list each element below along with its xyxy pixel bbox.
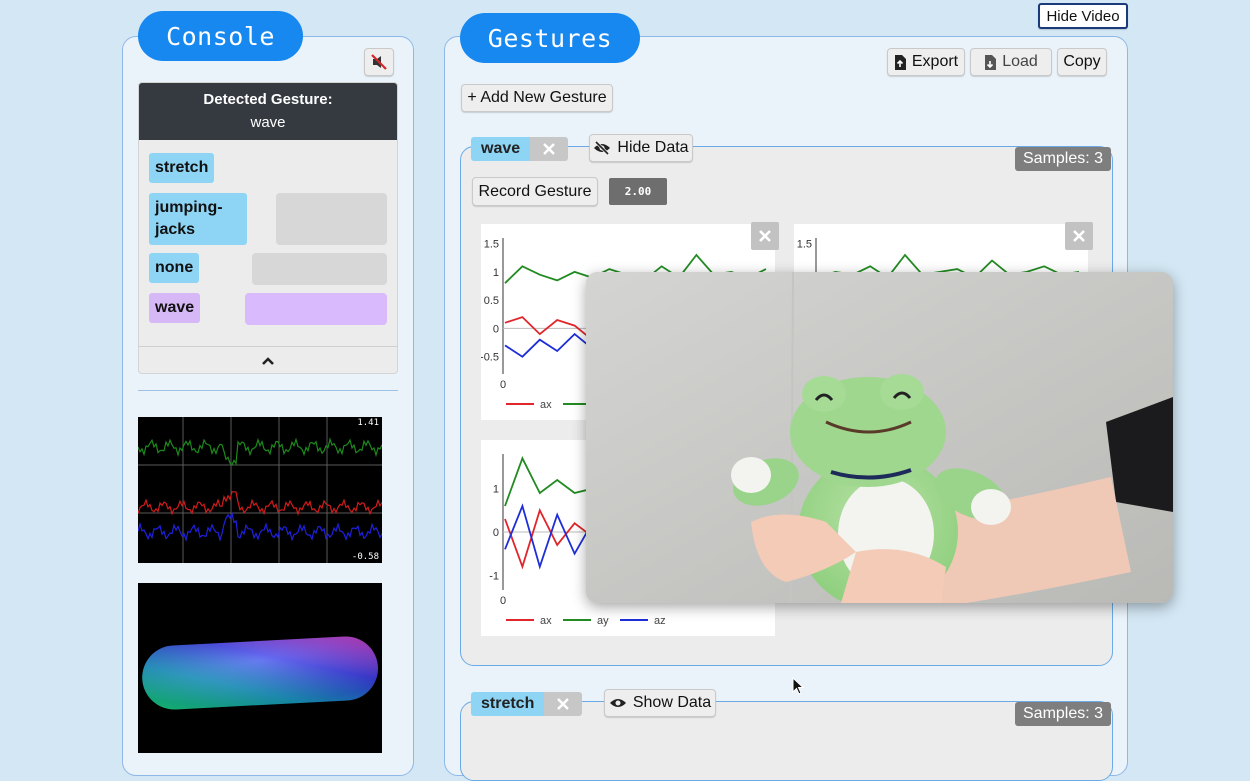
chart-y-tick-label: -0.5 [481, 352, 499, 364]
console-divider [138, 390, 398, 391]
mute-icon [371, 54, 387, 70]
file-upload-icon [985, 54, 997, 70]
load-label: Load [1002, 53, 1038, 70]
gesture-tag-wave: wave [149, 293, 201, 323]
mute-button[interactable] [364, 48, 394, 76]
score-bar-wave [245, 293, 387, 325]
orientation-3d-view [138, 583, 382, 753]
score-bar-none [252, 253, 387, 285]
gesture-tag-jumping-jacks: jumping- jacks [149, 193, 247, 245]
samples-count-stretch: Samples: 3 [1015, 702, 1112, 726]
record-gesture-button[interactable]: Record Gesture [472, 177, 598, 206]
gesture-label-wave: wave [471, 137, 531, 161]
sensor-min-label: -0.58 [351, 552, 379, 562]
delete-sample-1-button[interactable] [751, 222, 779, 250]
detected-gesture-header: Detected Gesture: wave [139, 83, 397, 140]
video-frame [586, 272, 1173, 603]
chart-y-tick-label: 0.5 [484, 295, 499, 307]
close-icon [557, 698, 570, 710]
sensor-stream-plot: 1.41 -0.58 [137, 417, 383, 563]
chart-legend-label: az [654, 615, 666, 627]
mouse-cursor-icon [792, 677, 805, 695]
video-preview[interactable] [586, 272, 1173, 603]
score-bar-jumping-jacks [276, 193, 387, 245]
hide-video-button[interactable]: Hide Video [1038, 3, 1128, 29]
gesture-tag-none: none [149, 253, 200, 283]
gesture-label-stretch: stretch [471, 692, 545, 716]
sensor-trace-line [137, 491, 383, 516]
samples-count-wave: Samples: 3 [1015, 147, 1112, 171]
sensor-max-label: 1.41 [357, 418, 379, 428]
export-button[interactable]: Export [887, 48, 965, 76]
detected-gesture-heading: Detected Gesture: [203, 91, 333, 108]
hide-data-label: Hide Data [617, 139, 689, 156]
chart-y-tick-label: 1 [493, 484, 499, 496]
delete-gesture-wave-button[interactable] [530, 137, 569, 161]
chart-legend-label: ax [540, 615, 552, 627]
chart-y-tick-label: 1.5 [797, 239, 812, 251]
chart-y-tick-label: 0 [493, 527, 499, 539]
gesture-tag-stretch: stretch [149, 153, 215, 183]
load-button[interactable]: Load [970, 48, 1052, 76]
sensor-stream-svg [137, 417, 383, 563]
gestures-title: Gestures [460, 13, 640, 63]
console-title: Console [138, 11, 303, 61]
chart-y-tick-label: 0 [493, 323, 499, 335]
file-export-icon [894, 54, 906, 70]
chart-y-tick-label: -1 [489, 570, 499, 582]
gesture-name-wave: wave [471, 137, 569, 161]
gesture-name-stretch: stretch [471, 692, 583, 716]
close-icon [1073, 230, 1085, 242]
copy-button[interactable]: Copy [1057, 48, 1107, 76]
record-duration-value: 2.00 [609, 178, 667, 205]
eye-slash-icon [594, 141, 611, 155]
delete-gesture-stretch-button[interactable] [544, 692, 583, 716]
add-gesture-button[interactable]: + Add New Gesture [461, 84, 613, 112]
eye-icon [609, 699, 626, 707]
orientation-3d-svg [142, 636, 378, 710]
collapse-toggle[interactable] [138, 346, 398, 374]
show-data-label: Show Data [632, 694, 712, 711]
close-icon [543, 143, 555, 155]
chart-y-tick-label: 1.5 [484, 239, 499, 251]
show-data-button[interactable]: Show Data [604, 689, 716, 717]
sensor-trace-line [137, 511, 383, 542]
chart-legend-label: ay [597, 615, 609, 627]
chart-y-tick-label: 1 [493, 267, 499, 279]
delete-sample-2-button[interactable] [1065, 222, 1093, 250]
chart-x-tick-label: 0 [500, 379, 506, 391]
chart-x-tick-label: 0 [500, 595, 506, 607]
close-icon [759, 230, 771, 242]
sensor-trace-line [137, 437, 383, 466]
detected-gesture-value: wave [250, 114, 286, 131]
chevron-up-icon [262, 356, 274, 365]
hide-data-button[interactable]: Hide Data [589, 134, 693, 162]
export-label: Export [911, 53, 959, 70]
chart-legend-label: ax [540, 399, 552, 411]
